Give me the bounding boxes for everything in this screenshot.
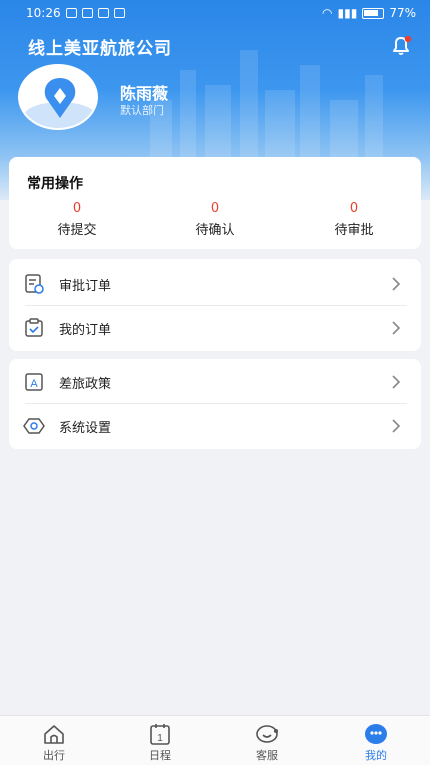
signal-icon: ▮▮▮ [337,6,358,20]
policy-a-icon: A [25,373,43,391]
svg-text:A: A [30,378,38,390]
avatar[interactable] [18,64,98,130]
approval-doc-icon [25,274,44,294]
menu-item-approve-orders[interactable]: 审批订单 [9,262,421,306]
customer-service-icon [256,725,278,743]
op-pending-confirm[interactable]: 0 待确认 [175,201,255,238]
op-pending-approve[interactable]: 0 待审批 [314,201,394,238]
chevron-right-icon [392,321,401,335]
chevron-right-icon [392,419,401,433]
calendar-icon: 1 [150,724,170,745]
notification-icon [113,8,125,18]
op-label: 待审批 [334,223,374,238]
tab-schedule[interactable]: 1 日程 [130,716,190,765]
bell-icon[interactable] [390,34,412,56]
company-title: 线上美亚航旅公司 [28,39,172,59]
menu-label: 审批订单 [59,278,112,294]
battery-percent: 77% [389,6,416,20]
status-time: 10:26 [26,6,61,20]
notification-icon [81,8,93,18]
settings-icon [23,418,45,434]
op-count: 0 [349,201,359,216]
notification-icon [65,8,77,18]
menu-item-travel-policy[interactable]: A 差旅政策 [9,360,421,404]
tab-mine[interactable]: 我的 [346,716,406,765]
notification-icon [97,8,109,18]
tab-label: 出行 [43,749,65,762]
common-operations-card: 常用操作 0 待提交 0 待确认 0 待审批 [9,157,421,249]
menu-label: 差旅政策 [59,376,112,392]
bottom-tab-bar: 出行 1 日程 客服 我的 [0,715,430,765]
chevron-right-icon [392,375,401,389]
menu-label: 系统设置 [59,420,112,436]
status-bar: 10:26 ◠ ▮▮▮ 77% [0,0,430,26]
clipboard-check-icon [25,318,43,337]
menu-card-settings: A 差旅政策 系统设置 [9,359,421,449]
chevron-right-icon [392,277,401,291]
menu-item-system-settings[interactable]: 系统设置 [9,404,421,448]
tab-customer-service[interactable]: 客服 [237,716,297,765]
user-department: 默认部门 [120,104,164,117]
tab-travel[interactable]: 出行 [24,716,84,765]
tab-label: 日程 [149,749,171,762]
wifi-icon: ◠ [322,6,333,20]
menu-item-my-orders[interactable]: 我的订单 [9,306,421,350]
tab-label: 客服 [256,749,278,762]
battery-icon [362,7,385,19]
menu-label: 我的订单 [59,322,112,338]
svg-text:1: 1 [157,733,163,744]
user-name: 陈雨薇 [120,84,169,103]
op-pending-submit[interactable]: 0 待提交 [37,201,117,238]
op-count: 0 [210,201,220,216]
op-label: 待确认 [195,223,235,238]
profile-icon [365,724,387,744]
tab-label: 我的 [365,749,387,762]
op-count: 0 [72,201,82,216]
section-title: 常用操作 [27,176,83,192]
home-icon [44,725,64,744]
op-label: 待提交 [57,223,97,238]
menu-card-orders: 审批订单 我的订单 [9,259,421,351]
